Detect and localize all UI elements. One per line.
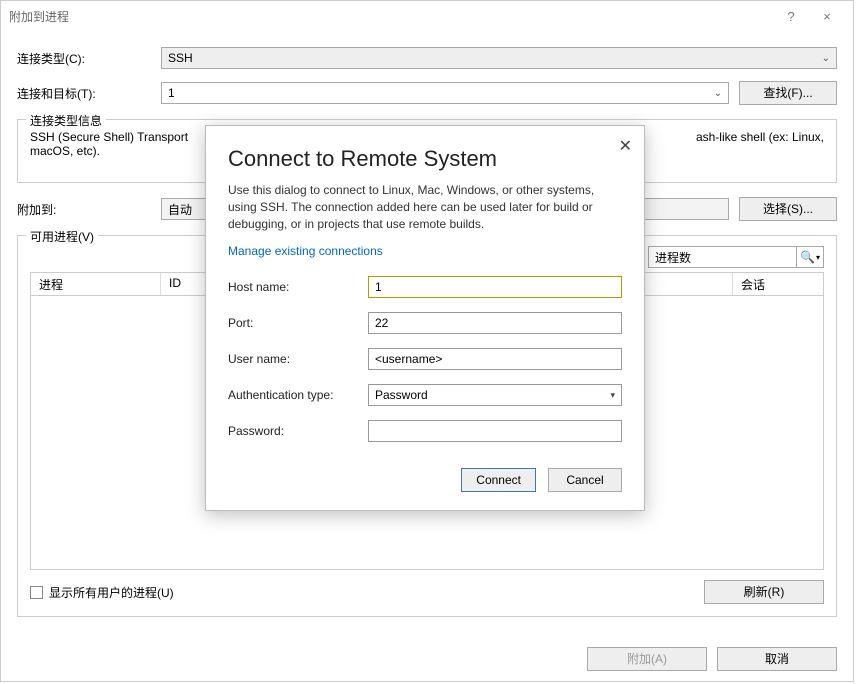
cancel-button[interactable]: 取消 <box>717 647 837 671</box>
footer: 附加(A) 取消 <box>1 637 853 681</box>
connection-target-row: 连接和目标(T): 1 ⌄ 查找(F)... <box>17 81 837 105</box>
available-processes-legend: 可用进程(V) <box>26 228 98 245</box>
filter-label: 进程数 <box>655 249 691 266</box>
dialog-description: Use this dialog to connect to Linux, Mac… <box>228 182 622 232</box>
host-row: Host name: <box>228 276 622 298</box>
manage-connections-link[interactable]: Manage existing connections <box>228 244 622 258</box>
connection-type-value: SSH <box>168 51 193 65</box>
dialog-close-icon[interactable]: ✕ <box>619 136 632 156</box>
auth-row: Authentication type: Password ▾ <box>228 384 622 406</box>
chevron-down-icon: ⌄ <box>822 53 830 64</box>
user-row: User name: <box>228 348 622 370</box>
checkbox-icon <box>30 586 43 599</box>
password-row: Password: <box>228 420 622 442</box>
host-input[interactable] <box>368 276 622 298</box>
show-all-users-label: 显示所有用户的进程(U) <box>49 584 174 601</box>
attach-button[interactable]: 附加(A) <box>587 647 707 671</box>
show-all-users-checkbox[interactable]: 显示所有用户的进程(U) <box>30 584 174 601</box>
search-button[interactable]: 🔍 ▾ <box>796 246 824 268</box>
connection-type-row: 连接类型(C): SSH ⌄ <box>17 47 837 69</box>
dialog-cancel-button[interactable]: Cancel <box>548 468 622 492</box>
host-label: Host name: <box>228 280 368 294</box>
password-input[interactable] <box>368 420 622 442</box>
search-icon: 🔍 <box>800 250 815 264</box>
connection-info-text-right: ash-like shell (ex: Linux, <box>696 130 824 144</box>
connection-info-legend: 连接类型信息 <box>26 112 106 129</box>
titlebar: 附加到进程 ? × <box>1 1 853 31</box>
dialog-title: Connect to Remote System <box>228 146 622 172</box>
refresh-button[interactable]: 刷新(R) <box>704 580 824 604</box>
col-process[interactable]: 进程 <box>31 273 161 295</box>
port-row: Port: <box>228 312 622 334</box>
connection-info-text: SSH (Secure Shell) Transport <box>30 130 188 144</box>
dropdown-arrow-icon: ▾ <box>816 253 820 262</box>
auth-type-value: Password <box>375 388 428 402</box>
user-input[interactable] <box>368 348 622 370</box>
auth-type-dropdown[interactable]: Password ▾ <box>368 384 622 406</box>
attach-to-label: 附加到: <box>17 201 161 218</box>
close-icon[interactable]: × <box>809 9 845 24</box>
attach-to-value: 自动 <box>168 201 192 218</box>
dialog-buttons: Connect Cancel <box>228 468 622 492</box>
find-button[interactable]: 查找(F)... <box>739 81 837 105</box>
connection-type-dropdown[interactable]: SSH ⌄ <box>161 47 837 69</box>
window-title: 附加到进程 <box>9 8 773 25</box>
connection-type-label: 连接类型(C): <box>17 50 161 67</box>
filter-label-cell[interactable]: 进程数 <box>648 246 796 268</box>
port-input[interactable] <box>368 312 622 334</box>
select-button[interactable]: 选择(S)... <box>739 197 837 221</box>
auth-label: Authentication type: <box>228 388 368 402</box>
help-icon[interactable]: ? <box>773 9 809 24</box>
connect-remote-dialog: ✕ Connect to Remote System Use this dial… <box>205 125 645 511</box>
col-session[interactable]: 会话 <box>733 273 823 295</box>
dropdown-arrow-icon: ▾ <box>610 390 615 401</box>
connection-target-value: 1 <box>168 86 175 100</box>
user-label: User name: <box>228 352 368 366</box>
connection-target-label: 连接和目标(T): <box>17 85 161 102</box>
chevron-down-icon: ⌄ <box>714 88 722 99</box>
port-label: Port: <box>228 316 368 330</box>
connect-button[interactable]: Connect <box>461 468 536 492</box>
password-label: Password: <box>228 424 368 438</box>
connection-target-dropdown[interactable]: 1 ⌄ <box>161 82 729 104</box>
